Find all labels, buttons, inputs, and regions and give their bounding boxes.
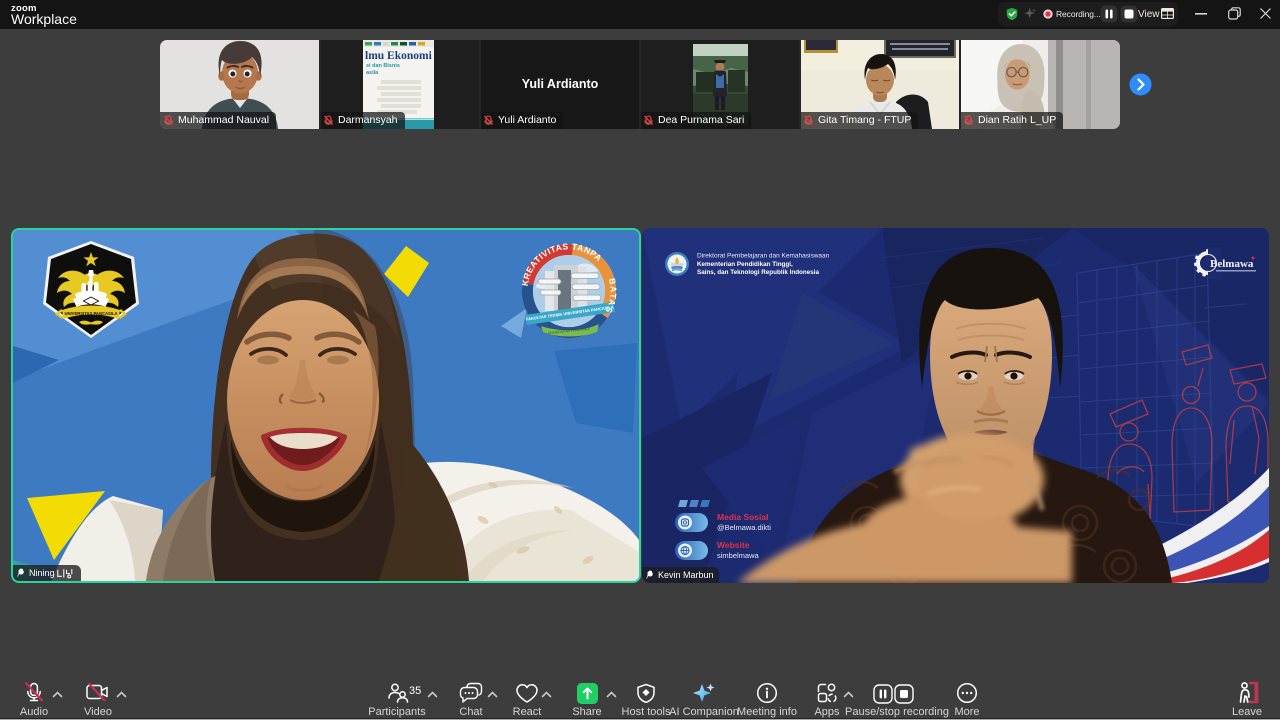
svg-text:Website: Website <box>717 540 750 550</box>
svg-text:lmu Ekonomi: lmu Ekonomi <box>365 50 433 62</box>
svg-text:Media Sosial: Media Sosial <box>717 512 769 522</box>
svg-text:Direktorat Pembelajaran dan Ke: Direktorat Pembelajaran dan Kemahasiswaa… <box>697 253 830 260</box>
svg-text:simbelmawa: simbelmawa <box>717 551 760 560</box>
svg-text:Kementerian Pendidikan Tinggi,: Kementerian Pendidikan Tinggi, <box>697 261 793 268</box>
svg-text:UNIVERSITAS PANCASILA: UNIVERSITAS PANCASILA <box>64 311 117 316</box>
svg-text:asila: asila <box>366 70 379 76</box>
svg-text:@Belmawa.dikti: @Belmawa.dikti <box>717 523 771 532</box>
svg-text:si dan Bisnis: si dan Bisnis <box>366 63 400 69</box>
svg-text:Belmawa: Belmawa <box>1210 258 1254 270</box>
svg-text:Sains, dan Teknologi Republik: Sains, dan Teknologi Republik Indonesia <box>697 269 819 276</box>
